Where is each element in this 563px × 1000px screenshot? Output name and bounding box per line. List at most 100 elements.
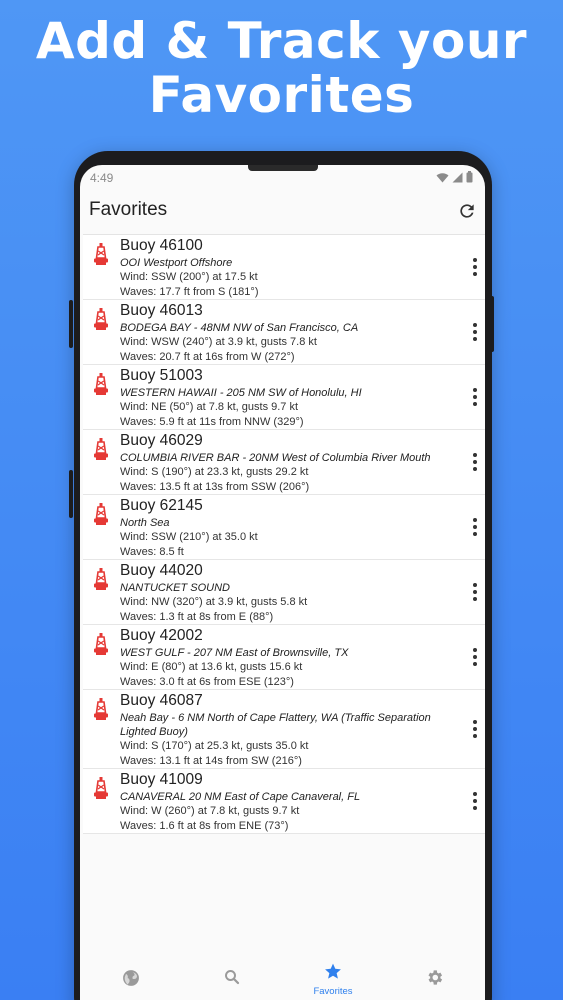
buoy-wind: Wind: WSW (240°) at 3.9 kt, gusts 7.8 kt bbox=[120, 336, 317, 348]
more-options-icon[interactable] bbox=[471, 583, 479, 603]
buoy-title: Buoy 51003 bbox=[120, 367, 203, 384]
search-icon bbox=[225, 970, 240, 985]
buoy-location: BODEGA BAY - 48NM NW of San Francisco, C… bbox=[120, 322, 359, 334]
nav-item-search[interactable] bbox=[192, 962, 272, 991]
buoy-waves: Waves: 1.3 ft at 8s from E (88°) bbox=[120, 610, 274, 623]
buoy-location: Neah Bay - 6 NM North of Cape Flattery, … bbox=[120, 712, 431, 738]
buoy-icon bbox=[94, 373, 108, 395]
buoy-icon bbox=[94, 698, 108, 720]
favorite-row[interactable]: Buoy 46100 OOI Westport Offshore Wind: SSW… bbox=[83, 235, 485, 300]
side-button-left-lower bbox=[69, 470, 73, 518]
favorite-row-text: Buoy 62145 North Sea Wind: SSW (210°) at 3… bbox=[120, 496, 455, 559]
buoy-title: Buoy 46013 bbox=[120, 302, 203, 319]
star-icon bbox=[325, 963, 341, 979]
buoy-title: Buoy 42002 bbox=[120, 627, 203, 644]
buoy-waves: Waves: 20.7 ft at 16s from W (272°) bbox=[120, 350, 295, 363]
volume-button bbox=[490, 296, 494, 352]
buoy-location: North Sea bbox=[120, 517, 170, 529]
buoy-wind: Wind: S (190°) at 23.3 kt, gusts 29.2 kt bbox=[120, 466, 309, 478]
favorite-row[interactable]: Buoy 42002 WEST GULF - 207 NM East of Bro… bbox=[83, 625, 485, 690]
phone-screen: 4:49 Favorites Buoy 46100 OOI Westport Of… bbox=[80, 165, 485, 1000]
buoy-title: Buoy 62145 bbox=[120, 497, 203, 514]
favorite-row-text: Buoy 42002 WEST GULF - 207 NM East of Bro… bbox=[120, 626, 455, 689]
favorite-row-text: Buoy 41009 CANAVERAL 20 NM East of Cape C… bbox=[120, 770, 455, 833]
buoy-icon bbox=[94, 777, 108, 799]
buoy-waves: Waves: 8.5 ft bbox=[120, 545, 184, 558]
buoy-waves: Waves: 1.6 ft at 8s from ENE (73°) bbox=[120, 819, 289, 832]
nav-item-settings[interactable] bbox=[394, 962, 474, 992]
buoy-location: CANAVERAL 20 NM East of Cape Canaveral, … bbox=[120, 791, 361, 803]
buoy-location: WESTERN HAWAII - 205 NM SW of Honolulu, … bbox=[120, 387, 362, 399]
page-title: Favorites bbox=[89, 199, 168, 220]
favorite-row[interactable]: Buoy 62145 North Sea Wind: SSW (210°) at 3… bbox=[83, 495, 485, 560]
buoy-wind: Wind: E (80°) at 13.6 kt, gusts 15.6 kt bbox=[120, 661, 303, 673]
buoy-location: OOI Westport Offshore bbox=[120, 257, 233, 269]
favorite-row-text: Buoy 46013 BODEGA BAY - 48NM NW of San Fr… bbox=[120, 301, 455, 364]
more-options-icon[interactable] bbox=[471, 648, 479, 668]
buoy-waves: Waves: 13.1 ft at 14s from SW (216°) bbox=[120, 754, 302, 767]
gear-icon bbox=[427, 970, 442, 985]
status-bar: 4:49 bbox=[80, 165, 485, 189]
favorite-row-text: Buoy 51003 WESTERN HAWAII - 205 NM SW of … bbox=[120, 366, 455, 429]
more-options-icon[interactable] bbox=[471, 518, 479, 538]
favorite-row-text: Buoy 46100 OOI Westport Offshore Wind: SSW… bbox=[120, 236, 455, 299]
buoy-waves: Waves: 3.0 ft at 6s from ESE (123°) bbox=[120, 675, 294, 688]
side-button-left-upper bbox=[69, 300, 73, 348]
favorite-row-text: Buoy 46029 COLUMBIA RIVER BAR - 20NM West… bbox=[120, 431, 455, 494]
buoy-wind: Wind: W (260°) at 7.8 kt, gusts 9.7 kt bbox=[120, 805, 300, 817]
more-options-icon[interactable] bbox=[471, 792, 479, 812]
buoy-icon bbox=[94, 308, 108, 330]
battery-icon bbox=[466, 171, 473, 183]
favorite-row[interactable]: Buoy 51003 WESTERN HAWAII - 205 NM SW of … bbox=[83, 365, 485, 430]
buoy-location: WEST GULF - 207 NM East of Brownsville, … bbox=[120, 647, 349, 659]
buoy-icon bbox=[94, 633, 108, 655]
nav-item-favorites[interactable]: Favorites bbox=[293, 962, 373, 997]
nav-label-favorites: Favorites bbox=[313, 986, 353, 997]
promo-headline: Add & Track your Favorites bbox=[0, 14, 563, 122]
favorite-row[interactable]: Buoy 41009 CANAVERAL 20 NM East of Cape C… bbox=[83, 769, 485, 834]
buoy-title: Buoy 46029 bbox=[120, 432, 203, 449]
favorite-row[interactable]: Buoy 46087 Neah Bay - 6 NM North of Cape … bbox=[83, 690, 485, 769]
favorites-list: Buoy 46100 OOI Westport Offshore Wind: SSW… bbox=[83, 234, 485, 834]
status-icons bbox=[436, 171, 473, 183]
buoy-waves: Waves: 5.9 ft at 11s from NNW (329°) bbox=[120, 415, 304, 428]
buoy-icon bbox=[94, 243, 108, 265]
favorite-row[interactable]: Buoy 44020 NANTUCKET SOUND Wind: NW (320°)… bbox=[83, 560, 485, 625]
favorite-row[interactable]: Buoy 46013 BODEGA BAY - 48NM NW of San Fr… bbox=[83, 300, 485, 365]
buoy-location: NANTUCKET SOUND bbox=[120, 582, 231, 594]
promo-headline-line2: Favorites bbox=[148, 66, 415, 124]
more-options-icon[interactable] bbox=[471, 720, 479, 740]
signal-icon bbox=[452, 172, 463, 182]
more-options-icon[interactable] bbox=[471, 453, 479, 473]
buoy-icon bbox=[94, 503, 108, 525]
favorite-row-text: Buoy 46087 Neah Bay - 6 NM North of Cape … bbox=[120, 691, 455, 768]
speaker-notch bbox=[248, 165, 318, 171]
buoy-wind: Wind: SSW (200°) at 17.5 kt bbox=[120, 271, 258, 283]
buoy-title: Buoy 46087 bbox=[120, 692, 203, 709]
refresh-icon[interactable] bbox=[457, 201, 477, 221]
buoy-wind: Wind: SSW (210°) at 35.0 kt bbox=[120, 531, 258, 543]
buoy-waves: Waves: 13.5 ft at 13s from SSW (206°) bbox=[120, 480, 310, 493]
buoy-wind: Wind: S (170°) at 25.3 kt, gusts 35.0 kt bbox=[120, 740, 309, 752]
buoy-wind: Wind: NE (50°) at 7.8 kt, gusts 9.7 kt bbox=[120, 401, 299, 413]
app-bar: Favorites bbox=[80, 189, 485, 233]
promo-headline-line1: Add & Track your bbox=[35, 12, 528, 70]
buoy-icon bbox=[94, 438, 108, 460]
status-time: 4:49 bbox=[90, 171, 114, 185]
more-options-icon[interactable] bbox=[471, 388, 479, 408]
favorite-row[interactable]: Buoy 46029 COLUMBIA RIVER BAR - 20NM West… bbox=[83, 430, 485, 495]
buoy-wind: Wind: NW (320°) at 3.9 kt, gusts 5.8 kt bbox=[120, 596, 308, 608]
buoy-waves: Waves: 17.7 ft from S (181°) bbox=[120, 285, 259, 298]
nav-item-map[interactable] bbox=[91, 962, 171, 993]
buoy-title: Buoy 41009 bbox=[120, 771, 203, 788]
buoy-title: Buoy 44020 bbox=[120, 562, 203, 579]
favorite-row-text: Buoy 44020 NANTUCKET SOUND Wind: NW (320°)… bbox=[120, 561, 455, 624]
bottom-nav: Favorites bbox=[80, 958, 485, 1000]
wifi-icon bbox=[436, 172, 449, 182]
more-options-icon[interactable] bbox=[471, 323, 479, 343]
more-options-icon[interactable] bbox=[471, 258, 479, 278]
globe-icon bbox=[123, 970, 139, 986]
buoy-location: COLUMBIA RIVER BAR - 20NM West of Columb… bbox=[120, 452, 431, 464]
buoy-title: Buoy 46100 bbox=[120, 237, 203, 254]
buoy-icon bbox=[94, 568, 108, 590]
